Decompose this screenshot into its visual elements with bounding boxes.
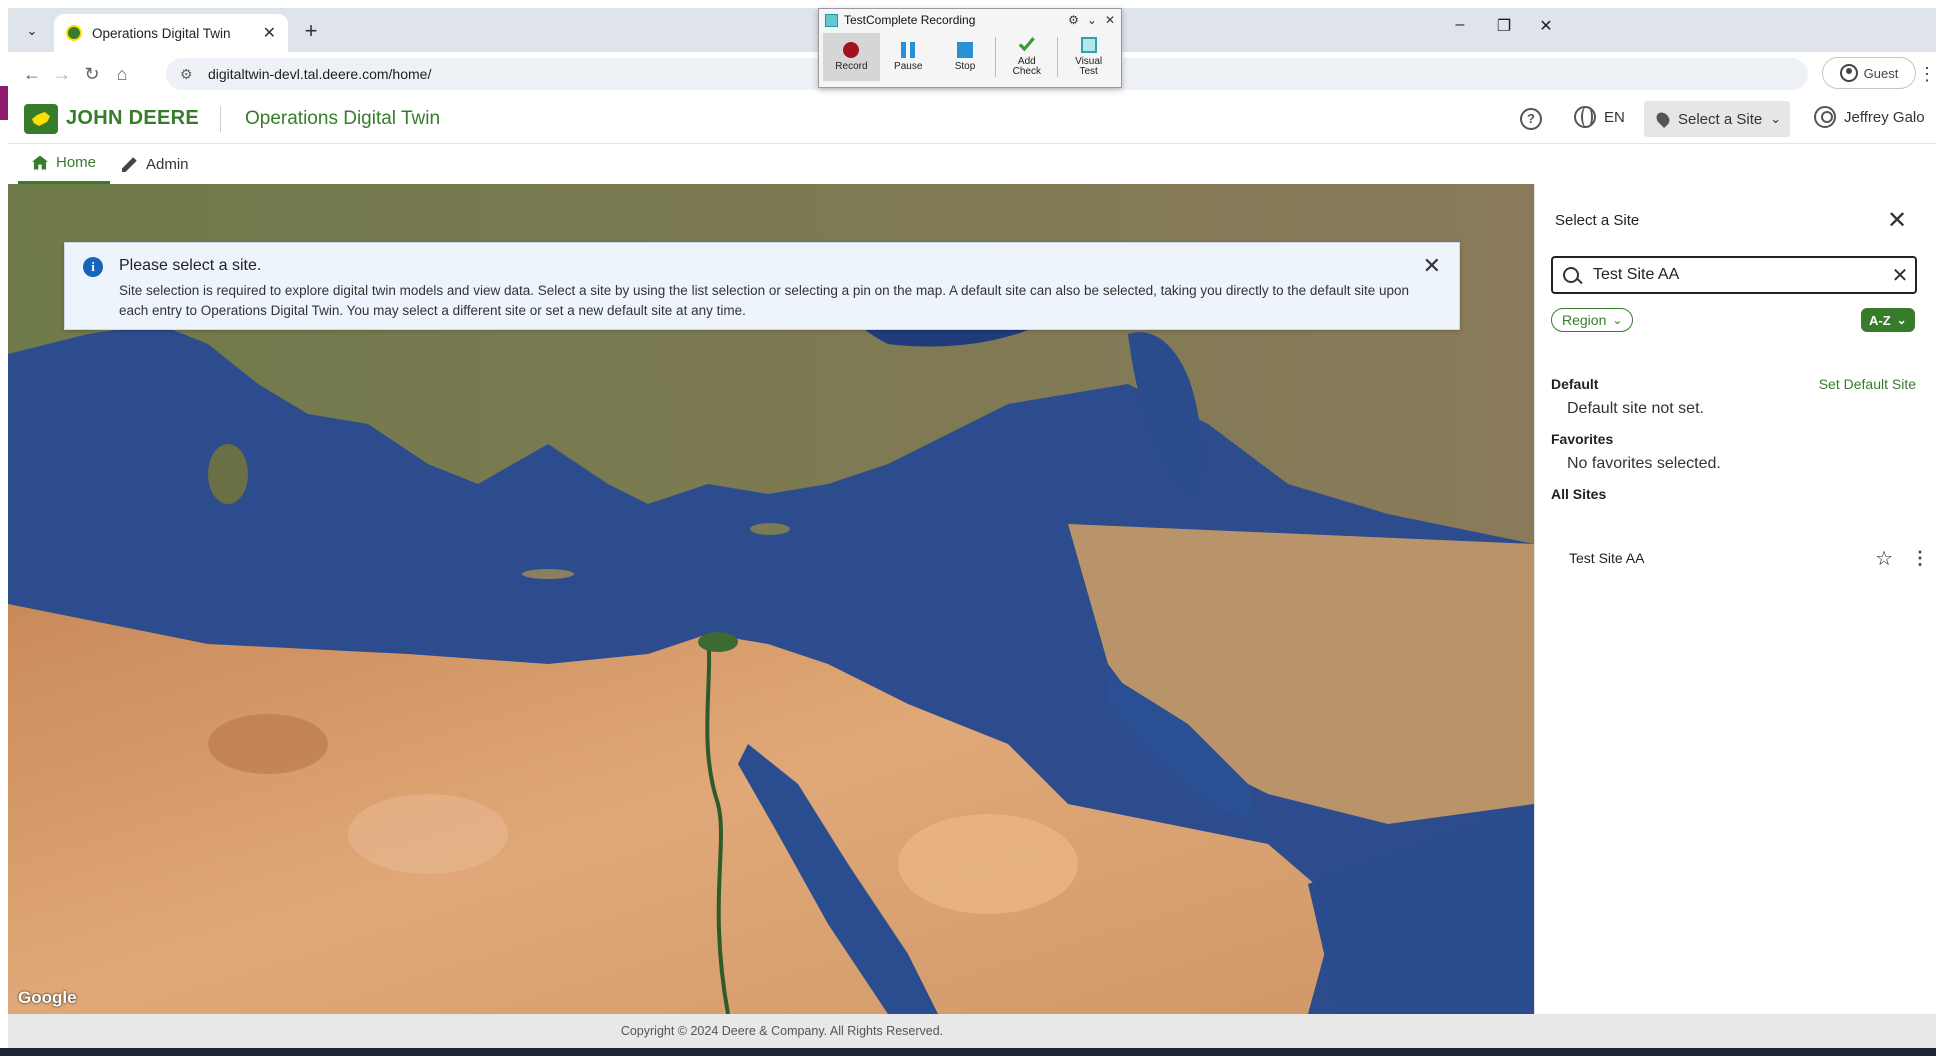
deere-favicon-icon <box>66 25 82 41</box>
tab-title: Operations Digital Twin <box>92 25 231 41</box>
pause-icon <box>901 42 916 58</box>
app-name: Operations Digital Twin <box>245 108 441 129</box>
pause-label: Pause <box>894 61 923 72</box>
user-menu[interactable]: Jeffrey Galo <box>1814 106 1925 128</box>
nav-home[interactable]: Home <box>18 144 111 184</box>
set-default-site-link[interactable]: Set Default Site <box>1819 376 1916 392</box>
visual-test-icon <box>1080 37 1097 53</box>
visual-test-button[interactable]: Visual Test <box>1060 33 1117 81</box>
chevron-down-icon: ⌄ <box>1612 313 1623 327</box>
default-empty-text: Default site not set. <box>1567 400 1704 417</box>
search-icon <box>1563 267 1579 283</box>
favorites-heading: Favorites <box>1551 431 1614 447</box>
nav-home-label: Home <box>56 154 97 171</box>
site-search-input[interactable]: Test Site AA ✕ <box>1551 256 1917 294</box>
location-pin-icon <box>1653 109 1673 129</box>
profile-icon <box>1839 64 1858 82</box>
info-icon: i <box>83 257 103 277</box>
new-tab-icon[interactable]: + <box>298 19 324 45</box>
testcomplete-recorder: TestComplete Recording ⚙ ⌄ ✕ Record Paus… <box>818 8 1122 88</box>
os-taskbar <box>0 1048 1936 1056</box>
map-attribution: Google <box>18 988 77 1007</box>
stop-button[interactable]: Stop <box>937 33 994 81</box>
window-edge <box>0 0 8 1056</box>
recorder-separator <box>995 37 997 77</box>
nav-admin[interactable]: Admin <box>108 144 203 184</box>
site-info-icon[interactable]: ⚙ <box>180 66 198 83</box>
record-label: Record <box>835 61 868 72</box>
home-browser-icon[interactable]: ⌂ <box>108 60 136 88</box>
pause-button[interactable]: Pause <box>880 33 937 81</box>
sort-chip[interactable]: A-Z ⌄ <box>1861 308 1915 332</box>
help-icon[interactable]: ? <box>1520 108 1542 130</box>
copyright-text: Copyright © 2024 Deere & Company. All Ri… <box>620 1024 944 1038</box>
select-site-button[interactable]: Select a Site ⌄ <box>1644 101 1790 137</box>
site-name: Test Site AA <box>1569 550 1645 566</box>
browser-tab[interactable]: Operations Digital Twin ✕ <box>54 14 288 52</box>
language-selector[interactable]: EN <box>1574 106 1625 128</box>
record-icon <box>843 42 860 58</box>
alert-close-icon[interactable]: ✕ <box>1423 253 1441 279</box>
add-check-label: Add Check <box>1012 56 1041 77</box>
alert-body: Site selection is required to explore di… <box>119 283 1410 318</box>
profile-button[interactable]: Guest <box>1822 57 1916 89</box>
site-list-item[interactable]: Test Site AA ☆ ⋮ <box>1551 540 1929 576</box>
site-required-alert: i Please select a site. Site selection i… <box>64 242 1460 330</box>
select-site-label: Select a Site <box>1678 110 1763 128</box>
favorites-empty-text: No favorites selected. <box>1567 455 1721 472</box>
add-check-button[interactable]: Add Check <box>998 33 1055 81</box>
chevron-down-icon: ⌄ <box>1896 313 1907 327</box>
chevron-down-icon: ⌄ <box>1770 111 1782 126</box>
select-site-panel: Select a Site ✕ Test Site AA ✕ Region ⌄ … <box>1534 184 1936 1014</box>
globe-icon <box>1574 106 1596 128</box>
search-value[interactable]: Test Site AA <box>1593 266 1885 284</box>
all-sites-heading: All Sites <box>1551 486 1607 502</box>
panel-title: Select a Site <box>1555 212 1640 229</box>
collapse-chevron-icon[interactable]: ⌄ <box>1087 13 1097 27</box>
john-deere-logo-icon <box>24 104 58 134</box>
user-account-icon <box>1814 106 1836 128</box>
tab-search-chevron-icon[interactable]: ⌄ <box>20 19 44 43</box>
reload-icon[interactable]: ↻ <box>78 60 106 88</box>
clear-search-icon[interactable]: ✕ <box>1885 263 1915 288</box>
browser-menu-icon[interactable]: ⋮ <box>1918 64 1936 85</box>
user-name: Jeffrey Galo <box>1844 108 1925 126</box>
favorite-star-icon[interactable]: ☆ <box>1875 546 1893 571</box>
minimize-icon[interactable]: – <box>1440 16 1480 42</box>
app-header: JOHN DEERE Operations Digital Twin ? EN … <box>8 94 1936 144</box>
language-label: EN <box>1604 108 1625 126</box>
stop-icon <box>957 42 974 58</box>
footer: Copyright © 2024 Deere & Company. All Ri… <box>8 1014 1936 1048</box>
more-options-icon[interactable]: ⋮ <box>1911 548 1929 569</box>
url-text: digitaltwin-devl.tal.deere.com/home/ <box>208 66 432 82</box>
profile-label: Guest <box>1863 65 1899 81</box>
settings-gear-icon[interactable]: ⚙ <box>1068 13 1079 27</box>
testcomplete-logo-icon <box>825 13 838 27</box>
pencil-icon <box>122 157 137 172</box>
main-nav: Home Admin <box>8 144 1936 184</box>
visual-test-label: Visual Test <box>1075 56 1103 77</box>
close-tab-icon[interactable]: ✕ <box>263 23 276 43</box>
default-heading: Default <box>1551 376 1599 392</box>
add-check-icon <box>1018 37 1035 52</box>
recorder-close-icon[interactable]: ✕ <box>1105 13 1115 27</box>
alert-title: Please select a site. <box>119 257 262 274</box>
restore-icon[interactable]: ❐ <box>1484 16 1524 42</box>
sort-label: A-Z <box>1869 312 1891 328</box>
region-filter-label: Region <box>1562 312 1607 328</box>
nav-admin-label: Admin <box>146 155 189 173</box>
brand-name: JOHN DEERE <box>66 107 200 129</box>
panel-close-icon[interactable]: ✕ <box>1887 206 1907 235</box>
stop-label: Stop <box>954 61 976 72</box>
header-divider <box>220 106 221 132</box>
forward-icon[interactable]: → <box>48 60 76 88</box>
close-window-icon[interactable]: ✕ <box>1526 16 1566 42</box>
home-icon <box>32 155 48 170</box>
record-button[interactable]: Record <box>823 33 880 81</box>
window-edge-accent <box>0 86 8 120</box>
region-filter-chip[interactable]: Region ⌄ <box>1551 308 1634 332</box>
recorder-separator <box>1057 37 1059 77</box>
testcomplete-title: TestComplete Recording <box>844 13 976 27</box>
back-icon[interactable]: ← <box>18 60 46 88</box>
